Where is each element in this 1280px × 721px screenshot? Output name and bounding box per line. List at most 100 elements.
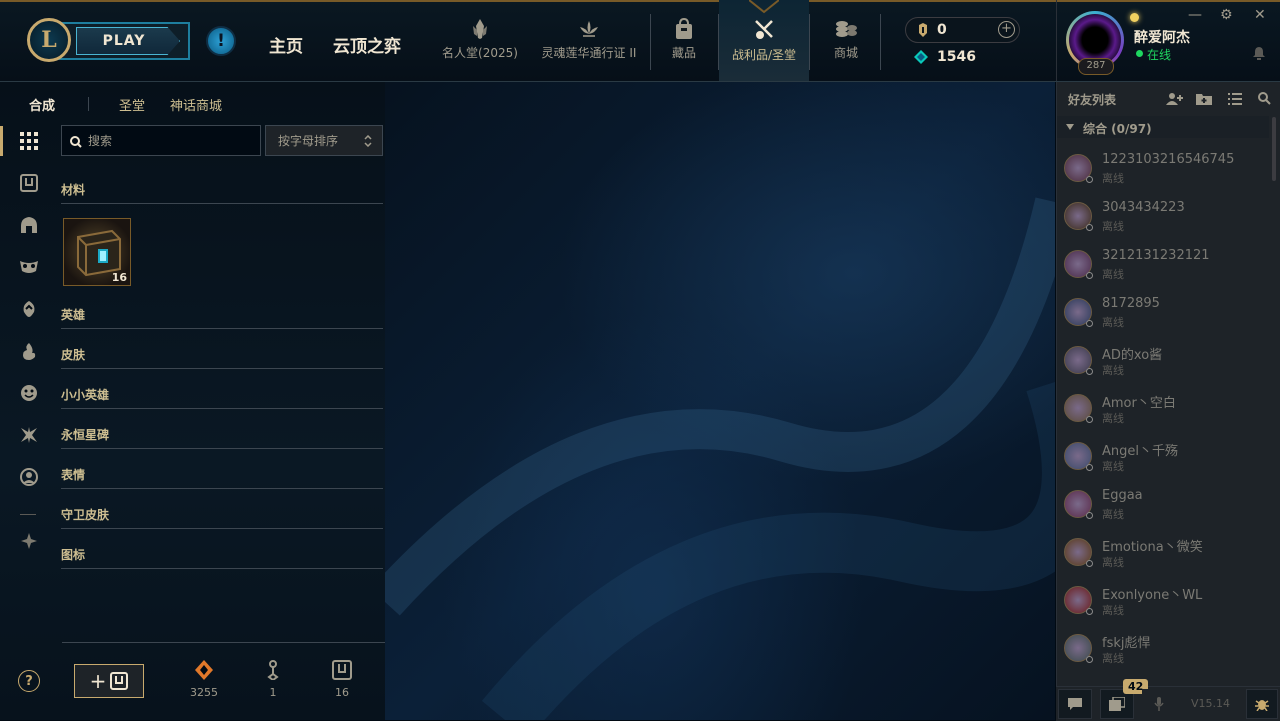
friend-status: 离线	[1102, 268, 1124, 281]
friend-status: 离线	[1102, 172, 1124, 185]
friend-group-general[interactable]: 综合 (0/97)	[1057, 116, 1269, 138]
close-button[interactable]: ✕	[1254, 7, 1266, 23]
category-eternals[interactable]: 永恒星碑	[61, 426, 383, 449]
nav-separator	[809, 14, 810, 70]
add-folder-icon[interactable]	[1196, 92, 1212, 106]
friend-search-icon[interactable]	[1258, 92, 1271, 105]
minimize-button[interactable]: —	[1188, 7, 1202, 23]
play-button-frame[interactable]: PLAY	[54, 22, 190, 60]
friend-row[interactable]: Emotiona丶微笑 离线	[1057, 534, 1269, 582]
friend-name: Emotiona丶微笑	[1102, 540, 1203, 555]
sort-chevron-icon	[364, 135, 372, 147]
add-friend-icon[interactable]	[1166, 92, 1184, 106]
nav-tft[interactable]: 云顶之弈	[333, 32, 401, 57]
friend-name: 8172895	[1102, 296, 1160, 311]
friends-scrollbar[interactable]	[1272, 117, 1276, 181]
help-button[interactable]: ?	[18, 670, 40, 692]
notifications-icon	[1109, 697, 1125, 711]
sort-dropdown[interactable]: 按字母排序	[265, 125, 383, 156]
offline-status-icon	[1086, 512, 1093, 519]
filter-eternals-flame-icon[interactable]	[18, 340, 40, 362]
loot-item-masterwork-chest[interactable]: 16	[63, 218, 131, 286]
friend-row[interactable]: fskj彪悍 离线	[1057, 630, 1269, 678]
friend-row[interactable]: 1223103216546745 离线	[1057, 150, 1269, 198]
nav-home[interactable]: 主页	[269, 32, 303, 57]
friend-row[interactable]: Exonlyone丶WL 离线	[1057, 582, 1269, 630]
category-emotes[interactable]: 表情	[61, 466, 383, 489]
friends-title: 好友列表	[1068, 93, 1117, 107]
plus-icon: +	[89, 669, 107, 693]
friend-row[interactable]: 8172895 离线	[1057, 294, 1269, 342]
league-logo-icon[interactable]: L	[27, 18, 71, 62]
friend-row[interactable]: 3212131232121 离线	[1057, 246, 1269, 294]
store-coins-icon	[836, 21, 857, 37]
notification-bell-icon[interactable]	[1252, 46, 1266, 60]
profile-name[interactable]: 醉爱阿杰	[1134, 27, 1190, 47]
filter-skin-mask-icon[interactable]	[18, 256, 40, 278]
friend-row[interactable]: Eggaa 离线	[1057, 486, 1269, 534]
filter-divider	[20, 514, 36, 515]
nav-separator	[1056, 0, 1057, 81]
list-view-icon[interactable]	[1228, 93, 1242, 105]
tab-divider	[88, 97, 89, 111]
tab-mythic-shop[interactable]: 神话商城	[170, 95, 222, 114]
friend-name: Eggaa	[1102, 488, 1143, 503]
category-skins[interactable]: 皮肤	[61, 346, 383, 369]
nav-separator	[650, 14, 651, 70]
alert-icon[interactable]: !	[206, 26, 236, 56]
friend-name: fskj彪悍	[1102, 636, 1151, 651]
nav-hall-label: 名人堂(2025)	[442, 46, 518, 60]
friend-row[interactable]: 3043434223 离线	[1057, 198, 1269, 246]
sort-label: 按字母排序	[278, 134, 339, 148]
nav-collection[interactable]: 藏品	[660, 0, 708, 81]
friends-panel: 好友列表 综合 (0/97) 1223103216546745 离线 3043434…	[1056, 82, 1280, 720]
nav-store[interactable]: 商城	[822, 0, 870, 81]
filter-tft-icon[interactable]	[18, 530, 40, 552]
filter-icon-profile-icon[interactable]	[18, 466, 40, 488]
voice-button[interactable]	[1142, 689, 1176, 719]
collection-bag-icon	[676, 18, 692, 39]
friend-status: 离线	[1102, 220, 1124, 233]
add-rp-button[interactable]: +	[998, 21, 1015, 38]
report-bug-button[interactable]	[1246, 689, 1278, 719]
play-button[interactable]: PLAY	[76, 27, 180, 55]
background-art	[385, 197, 1055, 720]
category-materials[interactable]: 材料	[61, 181, 383, 204]
search-input[interactable]: 搜索	[61, 125, 261, 156]
bug-icon	[1255, 700, 1269, 711]
nav-hall-of-legends[interactable]: 名人堂(2025)	[442, 0, 518, 81]
filter-little-legends-icon[interactable]	[18, 298, 40, 320]
tab-crafting[interactable]: 合成	[29, 95, 55, 114]
friend-status: 离线	[1102, 652, 1124, 665]
category-ward-skins[interactable]: 守卫皮肤	[61, 506, 383, 529]
chest-counter: 16	[322, 660, 362, 699]
rp-currency-box[interactable]: 0 +	[905, 17, 1020, 43]
craft-key-button[interactable]: +	[74, 664, 144, 698]
filter-ward-skin-icon[interactable]	[18, 424, 40, 446]
friend-row[interactable]: Angel丶千殇 离线	[1057, 438, 1269, 486]
friend-status: 离线	[1102, 508, 1124, 521]
search-icon	[70, 136, 82, 148]
friends-bottom-bar: 42 V15.14	[1056, 679, 1280, 721]
profile-status[interactable]: 在线	[1147, 46, 1171, 63]
category-little-legends[interactable]: 小小英雄	[61, 386, 383, 409]
filter-chest-icon[interactable]	[18, 172, 40, 194]
orange-essence-counter: 3255	[184, 660, 224, 699]
friend-row[interactable]: Amor丶空白 离线	[1057, 390, 1269, 438]
offline-status-icon	[1086, 320, 1093, 327]
key-value: 1	[269, 686, 277, 699]
settings-gear-icon[interactable]: ⚙	[1220, 7, 1233, 23]
filter-emote-icon[interactable]	[18, 382, 40, 404]
filter-all-grid-icon[interactable]	[18, 130, 40, 152]
tab-sanctum[interactable]: 圣堂	[119, 95, 145, 114]
microphone-icon	[1154, 697, 1164, 711]
category-icons[interactable]: 图标	[61, 546, 383, 569]
category-champions[interactable]: 英雄	[61, 306, 383, 329]
offline-status-icon	[1086, 176, 1093, 183]
chest-value: 16	[335, 686, 349, 699]
nav-lotus-pass[interactable]: 灵魂莲华通行证 II	[540, 0, 638, 81]
friend-row[interactable]: AD的xo酱 离线	[1057, 342, 1269, 390]
active-filter-indicator	[0, 126, 3, 156]
filter-champion-helmet-icon[interactable]	[18, 214, 40, 236]
chat-button[interactable]	[1058, 689, 1092, 719]
